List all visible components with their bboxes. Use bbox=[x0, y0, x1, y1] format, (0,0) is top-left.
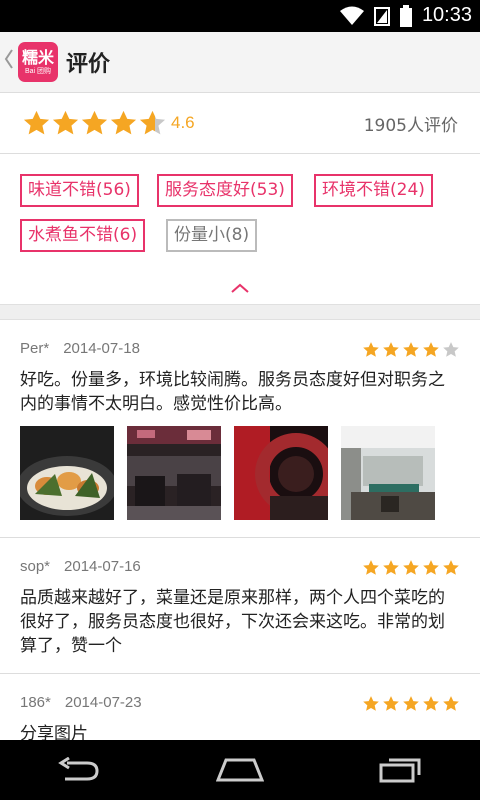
review-stars bbox=[362, 559, 460, 577]
home-nav-icon[interactable] bbox=[215, 758, 264, 782]
review-user: 186* bbox=[20, 694, 51, 711]
review-stars bbox=[362, 341, 460, 359]
star-icon bbox=[443, 560, 459, 575]
summary-stars bbox=[22, 109, 167, 138]
star-icon bbox=[81, 110, 108, 134]
review-photo-food[interactable] bbox=[20, 426, 114, 520]
summary-score: 4.6 bbox=[171, 113, 195, 132]
status-bar: 10:33 bbox=[0, 0, 480, 32]
star-icon bbox=[363, 696, 379, 711]
star-icon bbox=[383, 560, 399, 575]
star-icon bbox=[383, 342, 399, 357]
review-photo-decor[interactable] bbox=[234, 426, 328, 520]
tag-taste[interactable]: 味道不错(56) bbox=[20, 174, 139, 207]
photo-interior-image bbox=[341, 426, 435, 520]
star-icon bbox=[403, 560, 419, 575]
star-icon bbox=[383, 696, 399, 711]
star-icon bbox=[443, 342, 459, 357]
review-text: 品质越来越好了，菜量还是原来那样，两个人四个菜吃的很好了，服务员态度也很好，下次… bbox=[20, 588, 445, 656]
star-icon bbox=[23, 110, 50, 134]
review-date: 2014-07-18 bbox=[63, 340, 140, 357]
status-time: 10:33 bbox=[421, 4, 472, 26]
logo-sub-text: Bai 团购 bbox=[24, 67, 52, 75]
review-meta: sop* 2014-07-16 bbox=[20, 558, 141, 575]
review-item[interactable]: Per* 2014-07-18 好吃。份量多，环境比较闹腾。服务员态度好但对职务之… bbox=[0, 320, 480, 538]
status-icons: 10:33 bbox=[339, 4, 472, 27]
wifi-icon bbox=[339, 6, 364, 25]
back-nav-icon[interactable] bbox=[57, 757, 101, 783]
star-icon bbox=[423, 342, 439, 357]
action-bar: 糯米 Bai 团购 评价 bbox=[0, 32, 480, 93]
star-icon bbox=[110, 110, 137, 134]
review-user: Per* bbox=[20, 340, 50, 357]
battery-icon bbox=[399, 4, 412, 27]
summary-count: 1905人评价 bbox=[363, 115, 458, 136]
star-icon bbox=[403, 342, 419, 357]
tag-portion-small[interactable]: 份量小(8) bbox=[166, 219, 258, 252]
review-date: 2014-07-23 bbox=[64, 694, 142, 711]
photo-decor-image bbox=[234, 426, 328, 520]
tag-service[interactable]: 服务态度好(53) bbox=[157, 174, 293, 207]
star-icon bbox=[52, 110, 79, 134]
logo-main-text: 糯米 bbox=[21, 47, 54, 67]
review-user: sop* bbox=[20, 558, 51, 575]
section-separator bbox=[0, 304, 480, 320]
back-button[interactable] bbox=[4, 48, 16, 76]
app-logo[interactable]: 糯米 Bai 团购 bbox=[18, 42, 58, 82]
review-item[interactable]: sop* 2014-07-16 品质越来越好了，菜量还是原来那样，两个人四个菜吃的… bbox=[0, 538, 480, 674]
star-icon bbox=[423, 696, 439, 711]
review-photo-interior[interactable] bbox=[341, 426, 435, 520]
recent-apps-icon[interactable] bbox=[379, 757, 423, 783]
star-icon bbox=[423, 560, 439, 575]
tag-environment[interactable]: 环境不错(24) bbox=[314, 174, 433, 207]
star-icon bbox=[139, 110, 166, 134]
review-stars bbox=[362, 695, 460, 713]
star-icon bbox=[403, 696, 419, 711]
tag-fish[interactable]: 水煮鱼不错(6) bbox=[20, 219, 146, 252]
star-icon bbox=[443, 696, 459, 711]
review-photos bbox=[20, 426, 435, 520]
chevron-up-icon[interactable] bbox=[230, 282, 250, 294]
photo-dining-room-image bbox=[127, 426, 221, 520]
system-nav-bar bbox=[0, 740, 480, 800]
rating-summary: 4.6 1905人评价 bbox=[0, 93, 480, 154]
review-photo-dining-room[interactable] bbox=[127, 426, 221, 520]
star-icon bbox=[363, 342, 379, 357]
photo-food-image bbox=[20, 426, 114, 520]
review-meta: Per* 2014-07-18 bbox=[20, 340, 140, 357]
review-text: 好吃。份量多，环境比较闹腾。服务员态度好但对职务之内的事情不太明白。感觉性价比高… bbox=[20, 370, 445, 414]
page-title: 评价 bbox=[66, 52, 111, 77]
signal-icon bbox=[373, 6, 390, 26]
chevron-left-icon bbox=[4, 49, 13, 69]
review-date: 2014-07-16 bbox=[64, 558, 141, 575]
review-meta: 186* 2014-07-23 bbox=[20, 694, 142, 711]
star-icon bbox=[363, 560, 379, 575]
